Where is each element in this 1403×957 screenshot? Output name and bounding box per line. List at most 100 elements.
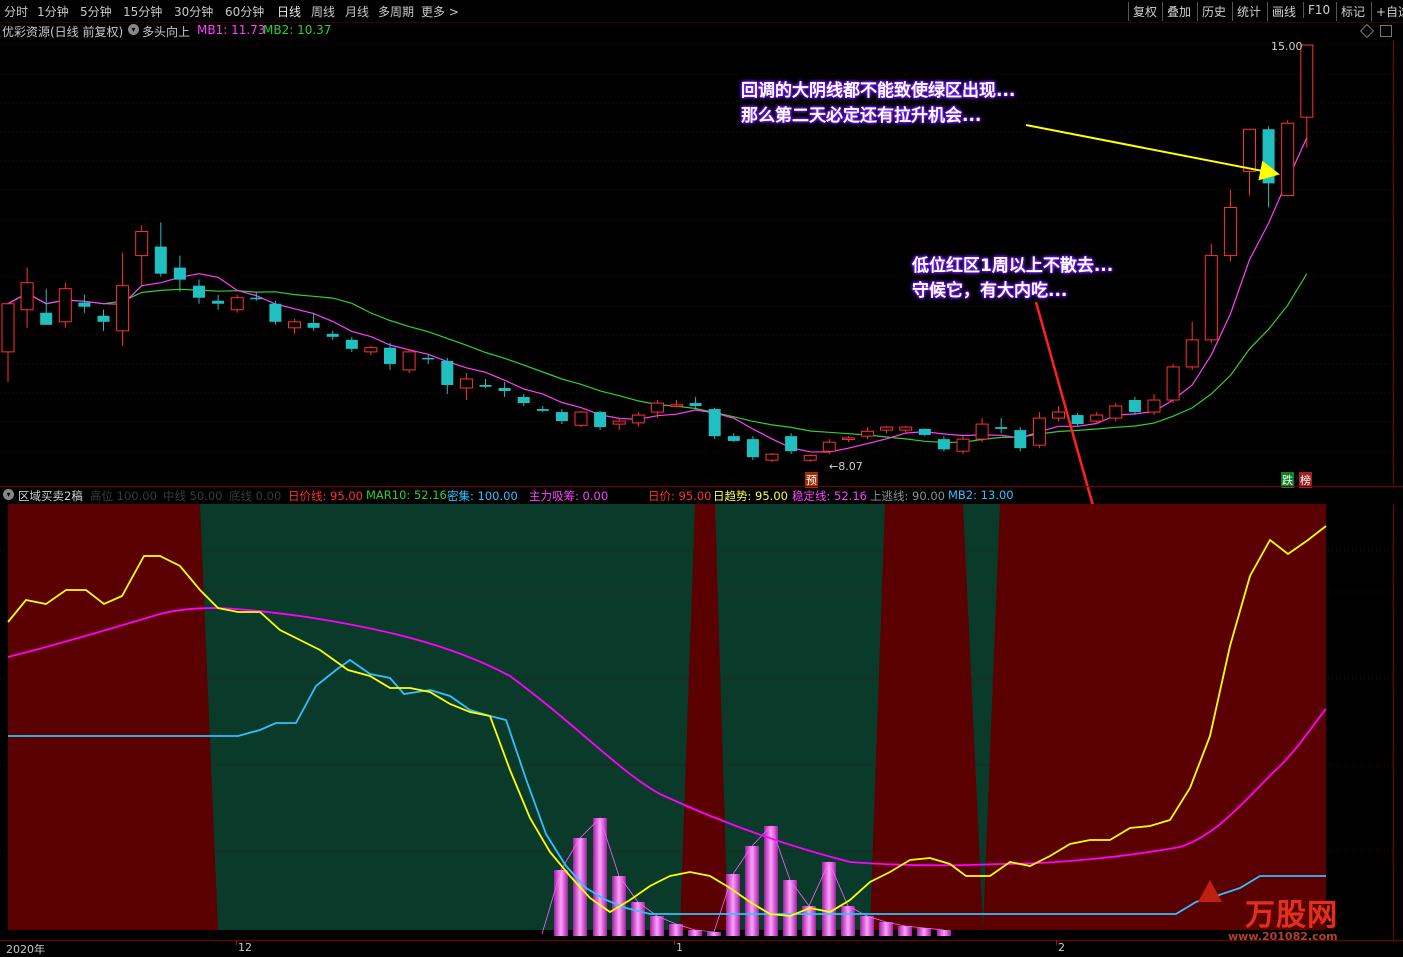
candle-body-down [727,436,740,441]
indicator-settings-icon[interactable]: ▾ [3,489,14,500]
candle-body-up [822,441,836,452]
candle-body-up [402,351,416,371]
date-tick-12 [236,940,237,945]
date-label-2: 2 [1058,941,1065,954]
zhuli-bar [764,826,778,936]
candle-body-down [326,333,339,337]
mb1-value: MB1: 11.73 [197,23,266,37]
candle-body-up [1090,414,1104,422]
zhuli-bar [879,922,893,936]
candle-body-down [1071,415,1084,425]
candle-body-down [1262,129,1275,184]
candle-body-down [594,412,607,428]
candle-body-up [1,303,15,353]
draw-button[interactable]: 画线 [1267,2,1300,21]
candle-body-down [269,303,282,322]
annotation-callout-2: 低位红区1周以上不散去... 守候它，有大内吃... [912,254,1113,304]
riqushi-value: 日趋势: 95.00 [713,489,788,503]
candle-body-up [574,411,588,426]
candle-body-up [364,347,378,353]
history-button[interactable]: 历史 [1197,2,1230,21]
ghost-mid: 中线 50.00 [163,489,223,503]
annotation-1-line-1: 回调的大阴线都不能致使绿区出现... [741,81,1016,101]
watermark-logo: 万股网 [1245,898,1338,933]
miji-value: 密集: 100.00 [447,489,518,503]
panel-separator [0,486,1403,487]
indicator-dropdown-icon[interactable]: ▾ [128,24,139,35]
candle-body-down [689,403,702,407]
tab-daily[interactable]: 日线 [277,3,301,20]
add-watchlist-button[interactable]: +自选 [1371,2,1403,21]
candlestick-chart [0,44,1393,481]
candle-body-down [97,315,110,322]
zone-green [715,504,885,930]
candle-body-up [135,231,149,257]
candle-body-up [1300,44,1314,118]
candle-body-down [1014,430,1027,449]
candle-body-down [154,246,167,274]
zhuli-bar [554,870,568,936]
zhuli-value: 主力吸筹: 0.00 [529,489,609,503]
mb2-value: MB2: 10.37 [263,23,332,37]
candle-body-down [441,360,454,385]
candle-body-up [58,288,72,323]
indicator-name-label[interactable]: 区域买卖2稿 [18,488,83,504]
window-icon[interactable] [1380,25,1392,37]
candle-body-up [1185,339,1199,368]
candle-body-down [173,267,186,280]
period-toolbar: 分时 1分钟 5分钟 15分钟 30分钟 60分钟 日线 周线 月线 多周期 更… [0,0,1403,23]
date-axis [0,940,1403,956]
overlay-button[interactable]: 叠加 [1162,2,1195,21]
indicator-name[interactable]: 多头向上 [142,23,190,40]
tab-more[interactable]: 更多 > [421,3,459,20]
candle-body-down [746,439,759,458]
tab-15min[interactable]: 15分钟 [123,3,162,20]
rijia-value: 日价: 95.00 [648,489,712,503]
candle-body-down [78,302,91,307]
candle-body-up [880,426,894,431]
tab-5min[interactable]: 5分钟 [80,3,112,20]
low-price-value: 8.07 [838,460,863,473]
tab-1min[interactable]: 1分钟 [37,3,69,20]
zhuli-bar [745,846,759,936]
candle-body-down [498,387,511,391]
candle-body-up [670,404,683,407]
tab-30min[interactable]: 30分钟 [174,3,213,20]
candle-body-down [1128,400,1141,413]
zhuli-bar [631,902,645,936]
annotation-2-line-1: 低位红区1周以上不散去... [912,256,1114,276]
candle-body-up [1223,206,1237,257]
stock-title: 优彩资源(日线 前复权) [2,25,124,39]
ghost-high: 高位 100.00 [90,489,157,503]
candle-body-up [899,426,913,431]
candle-body-up [116,285,130,332]
indicator-chart [0,504,1393,936]
tab-weekly[interactable]: 周线 [311,3,335,20]
date-label-12: 12 [238,941,252,954]
candle-body-up [975,423,989,440]
candle-body-up [20,282,34,311]
candle-body-up [765,453,779,461]
tab-multi-period[interactable]: 多周期 [378,3,414,20]
candle-body-down [785,436,798,452]
wending-value: 稳定线: 52.16 [792,489,867,503]
tab-fenshi[interactable]: 分时 [4,3,28,20]
candle-body-down [345,339,358,349]
tab-60min[interactable]: 60分钟 [225,3,264,20]
mark-button[interactable]: 标记 [1336,2,1369,21]
candle-body-down [995,427,1008,429]
candle-body-up [650,402,664,413]
high-price-label: 15.00 [1271,40,1303,53]
candle-body-down [536,409,549,411]
zhuli-bar [707,932,721,936]
tab-monthly[interactable]: 月线 [345,3,369,20]
candle-body-down [250,297,263,300]
collapse-icon[interactable] [1359,23,1375,39]
candle-body-up [1147,399,1161,413]
low-price-label: ←8.07 [829,460,863,473]
date-tick-2 [1056,940,1057,945]
annotation-1-line-2: 那么第二天必定还有拉升机会... [741,106,982,126]
f10-button[interactable]: F10 [1303,2,1334,18]
stats-button[interactable]: 统计 [1232,2,1265,21]
fuquan-button[interactable]: 复权 [1128,2,1161,21]
